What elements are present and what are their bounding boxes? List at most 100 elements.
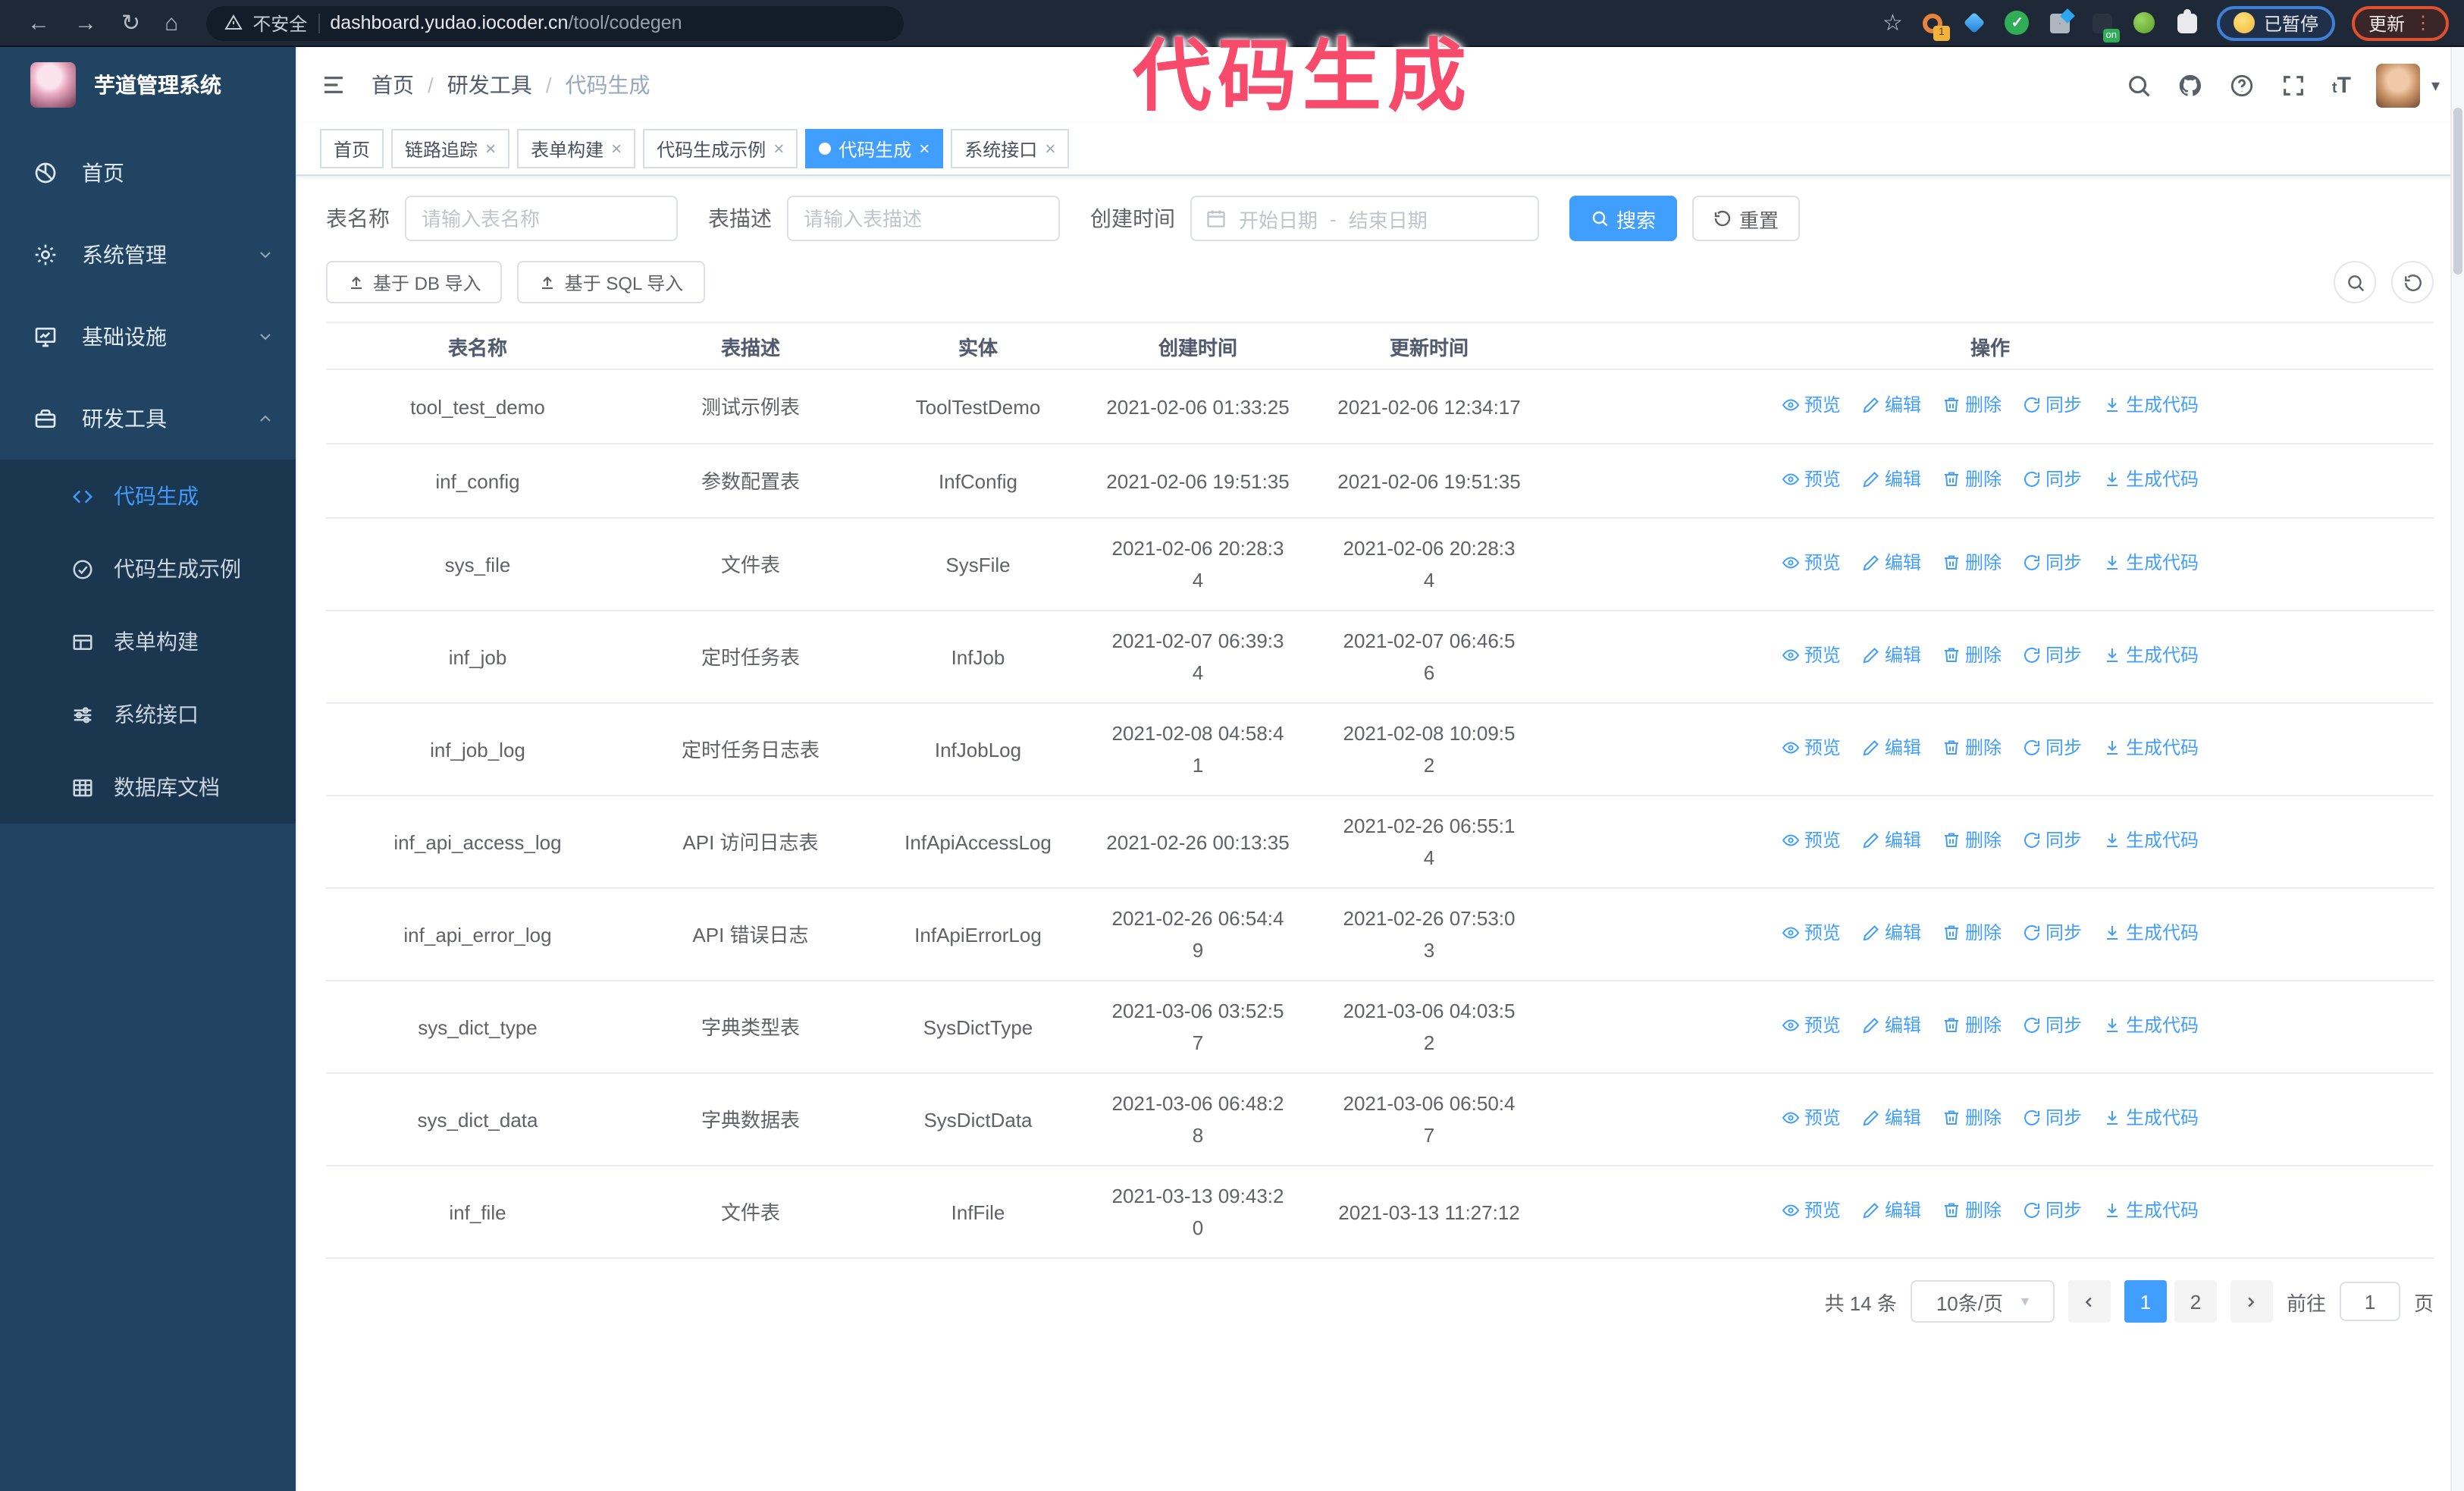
scrollbar-thumb[interactable] — [2453, 108, 2462, 275]
action-delete[interactable]: 删除 — [1942, 1195, 2002, 1227]
action-sync[interactable]: 同步 — [2023, 464, 2082, 496]
action-sync[interactable]: 同步 — [2023, 390, 2082, 422]
refresh-button[interactable] — [2391, 261, 2434, 303]
action-delete[interactable]: 删除 — [1942, 825, 2002, 857]
action-eye[interactable]: 预览 — [1782, 1195, 1841, 1227]
action-delete[interactable]: 删除 — [1942, 390, 2002, 422]
tag-view-tab[interactable]: 首页 — [320, 129, 384, 168]
action-delete[interactable]: 删除 — [1942, 1103, 2002, 1135]
page-button-2[interactable]: 2 — [2174, 1280, 2217, 1323]
action-sync[interactable]: 同步 — [2023, 918, 2082, 950]
sidebar-subitem-codegen-example[interactable]: 代码生成示例 — [0, 532, 296, 605]
sidebar-subitem-form-builder[interactable]: 表单构建 — [0, 605, 296, 678]
extension-icon-green[interactable] — [2132, 10, 2158, 36]
action-sync[interactable]: 同步 — [2023, 1010, 2082, 1042]
sidebar-subitem-db-doc[interactable]: 数据库文档 — [0, 751, 296, 824]
search-icon[interactable] — [2126, 72, 2152, 98]
reset-button[interactable]: 重置 — [1692, 196, 1801, 241]
action-download[interactable]: 生成代码 — [2103, 548, 2199, 579]
url-text[interactable]: dashboard.yudao.iocoder.cn/tool/codegen — [330, 9, 682, 36]
sidebar-item-system[interactable]: 系统管理 — [0, 214, 296, 296]
table-name-input[interactable] — [405, 196, 678, 241]
action-delete[interactable]: 删除 — [1942, 464, 2002, 496]
browser-reload-icon[interactable]: ↻ — [121, 11, 140, 34]
action-download[interactable]: 生成代码 — [2103, 733, 2199, 764]
prev-page-button[interactable] — [2067, 1280, 2111, 1323]
action-edit[interactable]: 编辑 — [1862, 1195, 1921, 1227]
action-sync[interactable]: 同步 — [2023, 1195, 2082, 1227]
close-icon[interactable]: × — [773, 140, 784, 158]
sidebar-item-home[interactable]: 首页 — [0, 132, 296, 214]
browser-home-icon[interactable]: ⌂ — [165, 11, 178, 34]
hamburger-icon[interactable] — [320, 73, 347, 97]
github-icon[interactable] — [2177, 72, 2203, 98]
window-scrollbar[interactable] — [2450, 47, 2464, 1491]
tag-view-tab[interactable]: 代码生成 × — [805, 129, 944, 168]
extension-icon-check[interactable]: ✓ — [2005, 10, 2030, 36]
security-label[interactable]: 不安全 — [252, 10, 307, 36]
action-edit[interactable]: 编辑 — [1862, 1010, 1921, 1042]
import-db-button[interactable]: 基于 DB 导入 — [326, 261, 503, 303]
breadcrumb-item[interactable]: 研发工具 — [447, 70, 532, 100]
sidebar-subitem-codegen[interactable]: 代码生成 — [0, 460, 296, 532]
import-sql-button[interactable]: 基于 SQL 导入 — [517, 261, 705, 303]
action-download[interactable]: 生成代码 — [2103, 1103, 2199, 1135]
tag-view-tab[interactable]: 代码生成示例 × — [643, 129, 798, 168]
sidebar-logo-row[interactable]: 芋道管理系统 — [0, 47, 296, 123]
date-range-picker[interactable]: 开始日期 - 结束日期 — [1190, 196, 1539, 241]
fullscreen-icon[interactable] — [2281, 72, 2306, 98]
action-download[interactable]: 生成代码 — [2103, 1195, 2199, 1227]
user-menu[interactable]: ▾ — [2376, 63, 2440, 107]
tag-view-tab[interactable]: 链路追踪 × — [391, 129, 510, 168]
close-icon[interactable]: × — [485, 140, 496, 158]
browser-forward-icon[interactable]: → — [74, 11, 97, 34]
help-icon[interactable] — [2229, 72, 2255, 98]
page-size-select[interactable]: 10条/页 ▾ — [1910, 1280, 2055, 1323]
sidebar-item-devtools[interactable]: 研发工具 — [0, 378, 296, 460]
action-sync[interactable]: 同步 — [2023, 733, 2082, 764]
goto-page-input[interactable] — [2339, 1282, 2400, 1321]
action-edit[interactable]: 编辑 — [1862, 1103, 1921, 1135]
action-edit[interactable]: 编辑 — [1862, 390, 1921, 422]
action-eye[interactable]: 预览 — [1782, 1103, 1841, 1135]
action-sync[interactable]: 同步 — [2023, 548, 2082, 579]
action-download[interactable]: 生成代码 — [2103, 1010, 2199, 1042]
action-edit[interactable]: 编辑 — [1862, 918, 1921, 950]
action-edit[interactable]: 编辑 — [1862, 548, 1921, 579]
action-download[interactable]: 生成代码 — [2103, 464, 2199, 496]
next-page-button[interactable] — [2230, 1280, 2273, 1323]
browser-back-icon[interactable]: ← — [27, 11, 50, 34]
tag-view-tab[interactable]: 系统接口 × — [951, 129, 1070, 168]
action-eye[interactable]: 预览 — [1782, 548, 1841, 579]
action-sync[interactable]: 同步 — [2023, 1103, 2082, 1135]
update-button[interactable]: 更新 ⋮ — [2351, 5, 2449, 40]
action-eye[interactable]: 预览 — [1782, 733, 1841, 764]
font-size-icon[interactable]: tT — [2332, 72, 2351, 98]
action-edit[interactable]: 编辑 — [1862, 640, 1921, 672]
action-delete[interactable]: 删除 — [1942, 918, 2002, 950]
page-button-1[interactable]: 1 — [2124, 1280, 2167, 1323]
action-sync[interactable]: 同步 — [2023, 640, 2082, 672]
breadcrumb-item[interactable]: 首页 — [371, 70, 414, 100]
sidebar-item-infra[interactable]: 基础设施 — [0, 296, 296, 378]
action-edit[interactable]: 编辑 — [1862, 825, 1921, 857]
close-icon[interactable]: × — [611, 140, 622, 158]
toggle-search-button[interactable] — [2334, 261, 2376, 303]
action-eye[interactable]: 预览 — [1782, 825, 1841, 857]
paused-badge[interactable]: 已暂停 — [2216, 5, 2335, 40]
action-download[interactable]: 生成代码 — [2103, 825, 2199, 857]
close-icon[interactable]: × — [919, 140, 929, 158]
action-download[interactable]: 生成代码 — [2103, 918, 2199, 950]
search-button[interactable]: 搜索 — [1569, 196, 1678, 241]
action-download[interactable]: 生成代码 — [2103, 390, 2199, 422]
action-eye[interactable]: 预览 — [1782, 464, 1841, 496]
action-download[interactable]: 生成代码 — [2103, 640, 2199, 672]
address-bar[interactable]: 不安全 dashboard.yudao.iocoder.cn/tool/code… — [205, 5, 904, 40]
extension-icon-gem[interactable] — [1962, 10, 1988, 36]
bookmark-star-icon[interactable]: ☆ — [1882, 9, 1903, 36]
sidebar-subitem-system-api[interactable]: 系统接口 — [0, 678, 296, 751]
action-edit[interactable]: 编辑 — [1862, 733, 1921, 764]
extension-icon-orange[interactable]: 1 — [1920, 10, 1950, 40]
action-delete[interactable]: 删除 — [1942, 548, 2002, 579]
action-delete[interactable]: 删除 — [1942, 733, 2002, 764]
